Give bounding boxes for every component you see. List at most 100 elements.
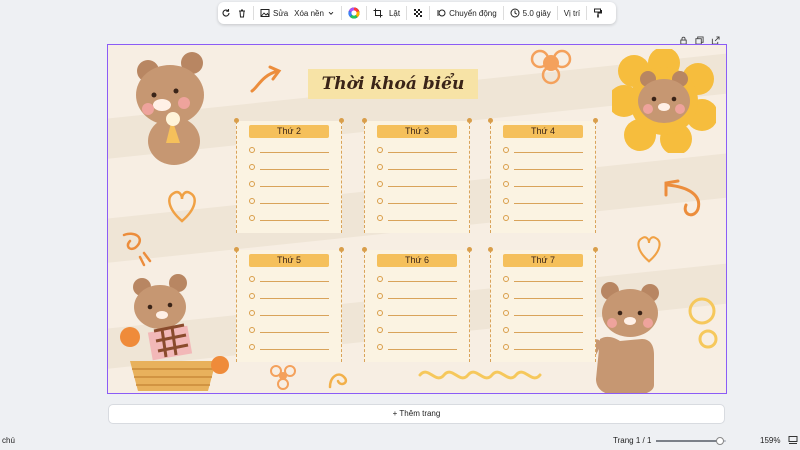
add-page-button[interactable]: + Thêm trang [108, 404, 725, 424]
flip-label: Lật [388, 8, 401, 18]
crop-button[interactable] [370, 2, 386, 24]
checkbox-icon [503, 164, 509, 170]
checkbox-icon [503, 276, 509, 282]
remove-background-button[interactable]: Xóa nền [291, 2, 338, 24]
line-rule [260, 220, 329, 221]
flip-button[interactable]: Lật [386, 2, 403, 24]
line-rule [514, 332, 583, 333]
checkbox-icon [377, 215, 383, 221]
position-button[interactable]: Vị trí [561, 2, 583, 24]
schedule-line[interactable] [503, 274, 583, 284]
delete-button[interactable] [234, 2, 250, 24]
schedule-card-thu-4[interactable]: Thứ 4 [488, 118, 598, 233]
checkbox-icon [249, 293, 255, 299]
line-rule [260, 186, 329, 187]
bear-ice-cream-sticker [136, 52, 204, 165]
card-pin [339, 247, 344, 252]
day-label: Thứ 5 [249, 254, 329, 267]
schedule-line[interactable] [377, 213, 457, 223]
schedule-line[interactable] [249, 162, 329, 172]
flower-doodle [530, 49, 572, 85]
share-icon[interactable] [711, 32, 720, 45]
schedule-line[interactable] [249, 213, 329, 223]
image-icon [260, 9, 270, 17]
page-title: Thời khoá biểu [321, 74, 465, 94]
checkbox-icon [503, 181, 509, 187]
line-rule [514, 169, 583, 170]
schedule-card-thu-2[interactable]: Thứ 2 [234, 118, 344, 233]
schedule-line[interactable] [249, 308, 329, 318]
line-rule [260, 203, 329, 204]
card-pin [488, 247, 493, 252]
schedule-line[interactable] [503, 162, 583, 172]
line-rule [260, 349, 329, 350]
schedule-line[interactable] [377, 274, 457, 284]
schedule-line[interactable] [377, 179, 457, 189]
schedule-line[interactable] [249, 325, 329, 335]
line-rule [514, 186, 583, 187]
card-pin [467, 118, 472, 123]
checkbox-icon [377, 327, 383, 333]
schedule-line[interactable] [249, 179, 329, 189]
toolbar-divider [556, 6, 558, 20]
toolbar-divider [365, 6, 367, 20]
schedule-line[interactable] [377, 145, 457, 155]
schedule-line[interactable] [503, 342, 583, 352]
day-label: Thứ 7 [503, 254, 583, 267]
zoom-slider[interactable] [656, 437, 726, 445]
schedule-line[interactable] [503, 179, 583, 189]
schedule-line[interactable] [377, 308, 457, 318]
schedule-line[interactable] [249, 145, 329, 155]
paint-roller-icon [594, 8, 603, 18]
schedule-card-thu-6[interactable]: Thứ 6 [362, 247, 472, 362]
schedule-card-thu-7[interactable]: Thứ 7 [488, 247, 598, 362]
schedule-card-thu-5[interactable]: Thứ 5 [234, 247, 344, 362]
line-rule [388, 298, 457, 299]
checkbox-icon [503, 327, 509, 333]
schedule-card-thu-3[interactable]: Thứ 3 [362, 118, 472, 233]
zoom-slider-thumb[interactable] [716, 437, 725, 445]
zoom-level[interactable]: 159% [760, 436, 780, 445]
schedule-line[interactable] [503, 291, 583, 301]
toolbar-divider [253, 6, 254, 20]
schedule-line[interactable] [377, 196, 457, 206]
copy-style-button[interactable] [590, 2, 606, 24]
schedule-line[interactable] [249, 291, 329, 301]
notes-button[interactable]: chú [2, 436, 15, 445]
schedule-line[interactable] [503, 325, 583, 335]
schedule-line[interactable] [503, 196, 583, 206]
animate-icon [437, 9, 446, 17]
edit-image-button[interactable]: Sửa [257, 2, 291, 24]
schedule-line[interactable] [377, 162, 457, 172]
transparency-button[interactable] [410, 2, 426, 24]
rotate-icon [222, 9, 230, 17]
animate-button[interactable]: Chuyển động [433, 2, 500, 24]
schedule-line[interactable] [377, 342, 457, 352]
lock-icon[interactable] [679, 32, 688, 45]
duration-button[interactable]: 5.0 giây [507, 2, 554, 24]
schedule-line[interactable] [377, 291, 457, 301]
line-rule [388, 186, 457, 187]
heart-doodle [168, 190, 196, 223]
toolbar-divider [406, 6, 408, 20]
checkbox-icon [249, 276, 255, 282]
line-rule [388, 281, 457, 282]
page-indicator[interactable]: Trang 1 / 1 [613, 436, 651, 445]
animate-label: Chuyển động [449, 8, 497, 18]
checkbox-icon [503, 215, 509, 221]
grid-view-icon[interactable] [788, 435, 798, 445]
page-actions [679, 32, 720, 45]
schedule-line[interactable] [249, 196, 329, 206]
color-button[interactable] [345, 2, 363, 24]
schedule-line[interactable] [377, 325, 457, 335]
rotate-button[interactable] [218, 2, 234, 24]
schedule-line[interactable] [503, 213, 583, 223]
design-canvas[interactable]: Thời khoá biểu Thứ 2 Thứ 3 Thứ 4 Thứ 5 T… [107, 44, 727, 394]
duration-label: 5.0 giây [522, 8, 551, 18]
schedule-line[interactable] [503, 308, 583, 318]
schedule-line[interactable] [249, 274, 329, 284]
schedule-line[interactable] [249, 342, 329, 352]
transparency-icon [414, 9, 423, 17]
duplicate-icon[interactable] [695, 32, 704, 45]
schedule-line[interactable] [503, 145, 583, 155]
